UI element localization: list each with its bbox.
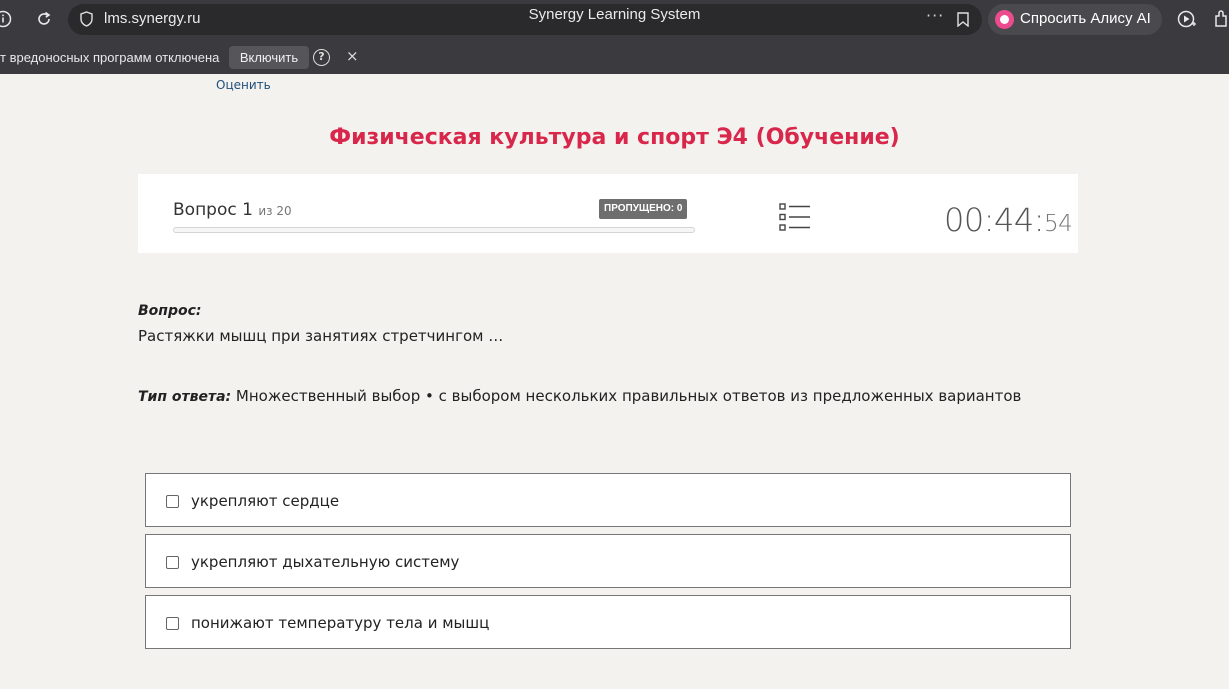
answer-type-label: Тип ответа: xyxy=(138,389,232,405)
ask-alice-button[interactable]: Спросить Алису AI xyxy=(988,4,1162,35)
answer-label: укрепляют сердце xyxy=(191,492,340,510)
answer-option[interactable]: понижают температуру тела и мышц xyxy=(145,595,1071,649)
warning-text: т вредоносных программ отключена xyxy=(0,50,220,65)
question-list-icon[interactable] xyxy=(779,203,811,231)
answer-option[interactable]: укрепляют сердце xyxy=(145,473,1071,527)
site-info-icon[interactable] xyxy=(0,8,14,30)
skipped-badge: ПРОПУЩЕНО: 0 xyxy=(599,199,688,219)
more-options-icon[interactable]: ··· xyxy=(926,6,944,25)
extensions-icon[interactable] xyxy=(1210,8,1229,30)
address-bar[interactable]: lms.synergy.ru ··· xyxy=(68,4,982,35)
answer-type: Тип ответа: Множественный выбор • с выбо… xyxy=(138,387,1021,405)
progress-panel: Вопрос 1 из 20 ПРОПУЩЕНО: 0 00:44:54 xyxy=(138,174,1078,253)
enable-button[interactable]: Включить xyxy=(229,46,309,69)
timer-main: 00:44: xyxy=(944,201,1045,239)
answer-type-value: Множественный выбор • с выбором нескольк… xyxy=(231,387,1022,405)
alice-icon xyxy=(995,10,1014,29)
help-icon[interactable]: ? xyxy=(313,49,330,66)
answer-option[interactable]: укрепляют дыхательную систему xyxy=(145,534,1071,588)
question-label: Вопрос: xyxy=(138,303,202,319)
bookmark-icon[interactable] xyxy=(957,12,969,27)
question-total: из 20 xyxy=(258,204,292,218)
timer: 00:44:54 xyxy=(944,201,1073,239)
browser-toolbar: lms.synergy.ru ··· Synergy Learning Syst… xyxy=(0,0,1229,40)
answer-checkbox[interactable] xyxy=(166,617,179,630)
shield-icon[interactable] xyxy=(80,11,93,27)
question-number: Вопрос 1 xyxy=(173,200,253,220)
security-warning-bar: т вредоносных программ отключена Включит… xyxy=(0,40,1229,74)
answer-label: понижают температуру тела и мышц xyxy=(191,614,490,632)
rate-link[interactable]: Оценить xyxy=(216,78,271,92)
question-counter: Вопрос 1 из 20 xyxy=(173,200,292,220)
answer-label: укрепляют дыхательную систему xyxy=(191,553,460,571)
question-text: Растяжки мышц при занятиях стретчингом … xyxy=(138,327,504,345)
progress-bar xyxy=(173,227,695,233)
course-title: Физическая культура и спорт Э4 (Обучение… xyxy=(329,125,900,150)
url-text[interactable]: lms.synergy.ru xyxy=(104,10,200,27)
close-icon[interactable]: × xyxy=(346,47,359,65)
timer-seconds: 54 xyxy=(1044,211,1073,237)
reload-icon[interactable] xyxy=(33,8,55,30)
media-play-icon[interactable] xyxy=(1176,8,1198,30)
answer-checkbox[interactable] xyxy=(166,495,179,508)
answer-checkbox[interactable] xyxy=(166,556,179,569)
alice-label: Спросить Алису AI xyxy=(1020,10,1151,27)
